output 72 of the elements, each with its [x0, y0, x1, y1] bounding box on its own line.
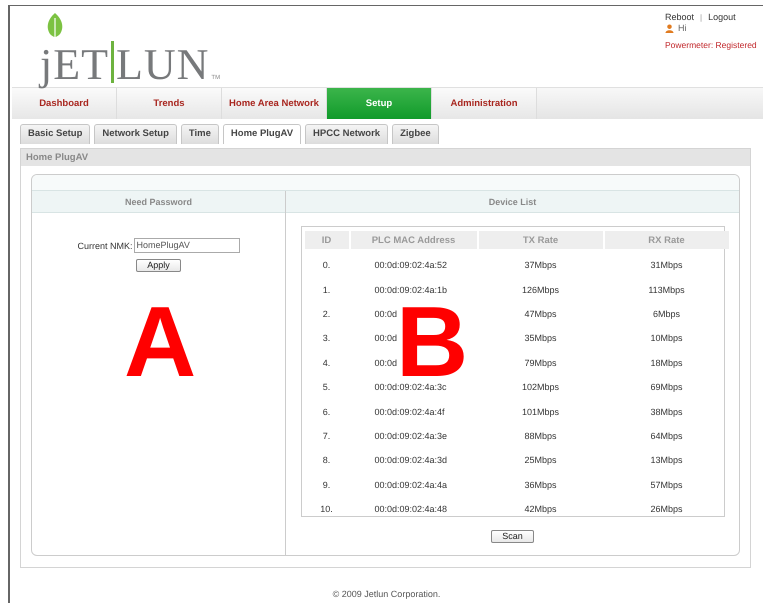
table-cell-text: 101Mbps [520, 406, 560, 417]
table-cell-text: 00:0d [374, 333, 398, 344]
table-cell-text: 6. [322, 406, 332, 417]
user-icon [665, 24, 674, 32]
table-cell-text: 38Mbps [649, 406, 684, 417]
sub-tab[interactable]: Network Setup [94, 124, 177, 144]
table-cell-text: 57Mbps [649, 480, 684, 490]
sub-tab[interactable]: Zigbee [392, 124, 439, 144]
table-cell-text: 18Mbps [649, 358, 684, 368]
table-cell-text: 00:0d:09:02:4a:1b [374, 284, 448, 295]
column-header: PLC MAC Address [350, 231, 476, 249]
table-cell-text: 10Mbps [649, 333, 684, 344]
nmk-input-field[interactable]: HomePlugAV [134, 238, 240, 253]
table-cell-text: 00:0d:09:02:4a:48 [374, 504, 448, 514]
table-cell-text: 35Mbps [523, 333, 558, 344]
panel-header: Need Password [32, 191, 285, 213]
logo-text: jET [40, 43, 109, 87]
column-header: RX Rate [604, 231, 728, 249]
table-cell-text: 42Mbps [523, 504, 558, 514]
annotation-letter: A [124, 306, 196, 378]
table-cell-text: 2. [322, 308, 332, 319]
table-cell-text: 13Mbps [649, 455, 684, 466]
table-cell-text: 0. [322, 260, 332, 270]
column-header: TX Rate [478, 231, 602, 249]
table-cell-text: 47Mbps [523, 308, 558, 319]
logout-link[interactable]: Logout [708, 12, 736, 22]
scan-button[interactable]: Scan [491, 530, 534, 543]
section-title: Home PlugAV [21, 149, 750, 166]
table-cell-text: 69Mbps [649, 382, 684, 392]
copyright-text: © 2009 Jetlun Corporation. [332, 589, 442, 599]
table-cell-text: 4. [322, 358, 332, 368]
table-cell-text: 00:0d:09:02:4a:3c [374, 382, 448, 392]
sub-tab[interactable]: Basic Setup [20, 124, 90, 144]
table-cell-text: 7. [322, 430, 332, 441]
table-cell-text: 5. [322, 382, 332, 392]
sub-tab[interactable]: HPCC Network [305, 124, 388, 144]
table-cell-text: 113Mbps [647, 284, 686, 295]
table-cell-text: 10. [319, 504, 334, 514]
table-cell-text: 00:0d:09:02:4a:52 [374, 260, 448, 270]
sub-tab[interactable]: Time [180, 124, 219, 144]
reboot-link[interactable]: Reboot [665, 12, 694, 22]
table-cell-text: 00:0d:09:02:4a:3e [374, 430, 448, 441]
table-cell-text: 102Mbps [520, 382, 560, 392]
table-cell-text: 64Mbps [649, 430, 684, 441]
table-cell-text: 6Mbps [652, 308, 681, 319]
table-cell-text: 00:0d [374, 308, 398, 319]
table-cell-text: 9. [322, 480, 332, 490]
table-cell-text: 1. [322, 284, 332, 295]
greeting: Hi [678, 23, 686, 33]
table-cell-text: 8. [322, 455, 332, 466]
table-cell-text: 3. [322, 333, 332, 344]
table-cell-text: 31Mbps [649, 260, 684, 270]
table-cell-text: 36Mbps [523, 480, 558, 490]
separator: | [700, 12, 702, 22]
table-cell-text: 26Mbps [649, 504, 684, 514]
sub-tab[interactable]: Home PlugAV [222, 124, 302, 144]
annotation-letter: B [396, 306, 468, 378]
table-cell-text: 00:0d:09:02:4a:4a [374, 480, 448, 490]
field-label: Current NMK: [77, 240, 132, 250]
column-header: ID [304, 231, 348, 249]
table-cell-text: 37Mbps [523, 260, 558, 270]
table-cell-text: 25Mbps [523, 455, 558, 466]
panel-header: Device List [286, 191, 739, 213]
table-cell-text: 126Mbps [520, 284, 560, 295]
table-cell-text: 00:0d:09:02:4a:3d [374, 455, 448, 466]
status-text: Powermeter: Registered [665, 40, 758, 50]
apply-button[interactable]: Apply [136, 259, 181, 272]
logo-text: LUN [116, 43, 210, 87]
table-cell-text: 88Mbps [523, 430, 558, 441]
table-cell-text: 00:0d:09:02:4a:4f [374, 406, 446, 417]
table-cell-text: 00:0d [374, 358, 398, 368]
table-cell-text: 79Mbps [523, 358, 558, 368]
